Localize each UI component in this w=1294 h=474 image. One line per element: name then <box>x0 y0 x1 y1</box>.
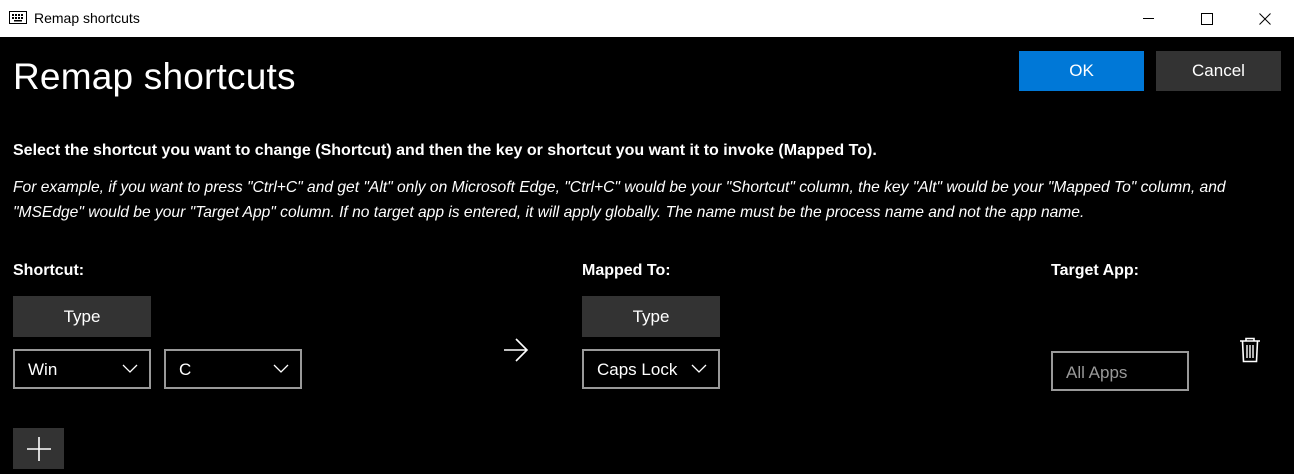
maximize-button[interactable] <box>1178 0 1236 37</box>
minimize-icon <box>1143 17 1154 19</box>
target-app-placeholder: All Apps <box>1066 363 1128 382</box>
close-icon <box>1259 12 1271 25</box>
instruction-text: Select the shortcut you want to change (… <box>13 142 877 159</box>
minimize-button[interactable] <box>1120 0 1178 37</box>
close-button[interactable] <box>1236 0 1294 37</box>
shortcut-modifier-value: Win <box>28 360 58 379</box>
shortcut-key-value: C <box>179 360 192 379</box>
mapped-to-column-label: Mapped To: <box>582 262 671 279</box>
shortcut-type-button[interactable]: Type <box>13 296 151 337</box>
add-shortcut-button[interactable] <box>13 428 64 469</box>
arrow-right-icon <box>502 337 530 368</box>
ok-button[interactable]: OK <box>1019 51 1144 91</box>
chevron-down-icon <box>691 364 707 373</box>
shortcut-modifier-dropdown[interactable]: Win <box>13 349 151 389</box>
target-app-input[interactable]: All Apps <box>1051 351 1189 391</box>
page-title: Remap shortcuts <box>13 56 296 97</box>
maximize-icon <box>1201 12 1213 25</box>
mapped-type-button[interactable]: Type <box>582 296 720 337</box>
cancel-button[interactable]: Cancel <box>1156 51 1281 91</box>
target-app-column-label: Target App: <box>1051 262 1139 279</box>
plus-icon <box>26 436 51 461</box>
title-bar: Remap shortcuts <box>0 0 1294 37</box>
keyboard-icon <box>9 11 27 24</box>
mapped-key-dropdown[interactable]: Caps Lock <box>582 349 720 389</box>
trash-icon[interactable] <box>1239 337 1261 368</box>
chevron-down-icon <box>122 364 138 373</box>
mapped-key-value: Caps Lock <box>597 360 678 379</box>
window-title: Remap shortcuts <box>34 10 140 26</box>
shortcut-column-label: Shortcut: <box>13 262 85 279</box>
chevron-down-icon <box>273 364 289 373</box>
example-text: For example, if you want to press "Ctrl+… <box>13 179 1226 221</box>
shortcut-key-dropdown[interactable]: C <box>164 349 302 389</box>
